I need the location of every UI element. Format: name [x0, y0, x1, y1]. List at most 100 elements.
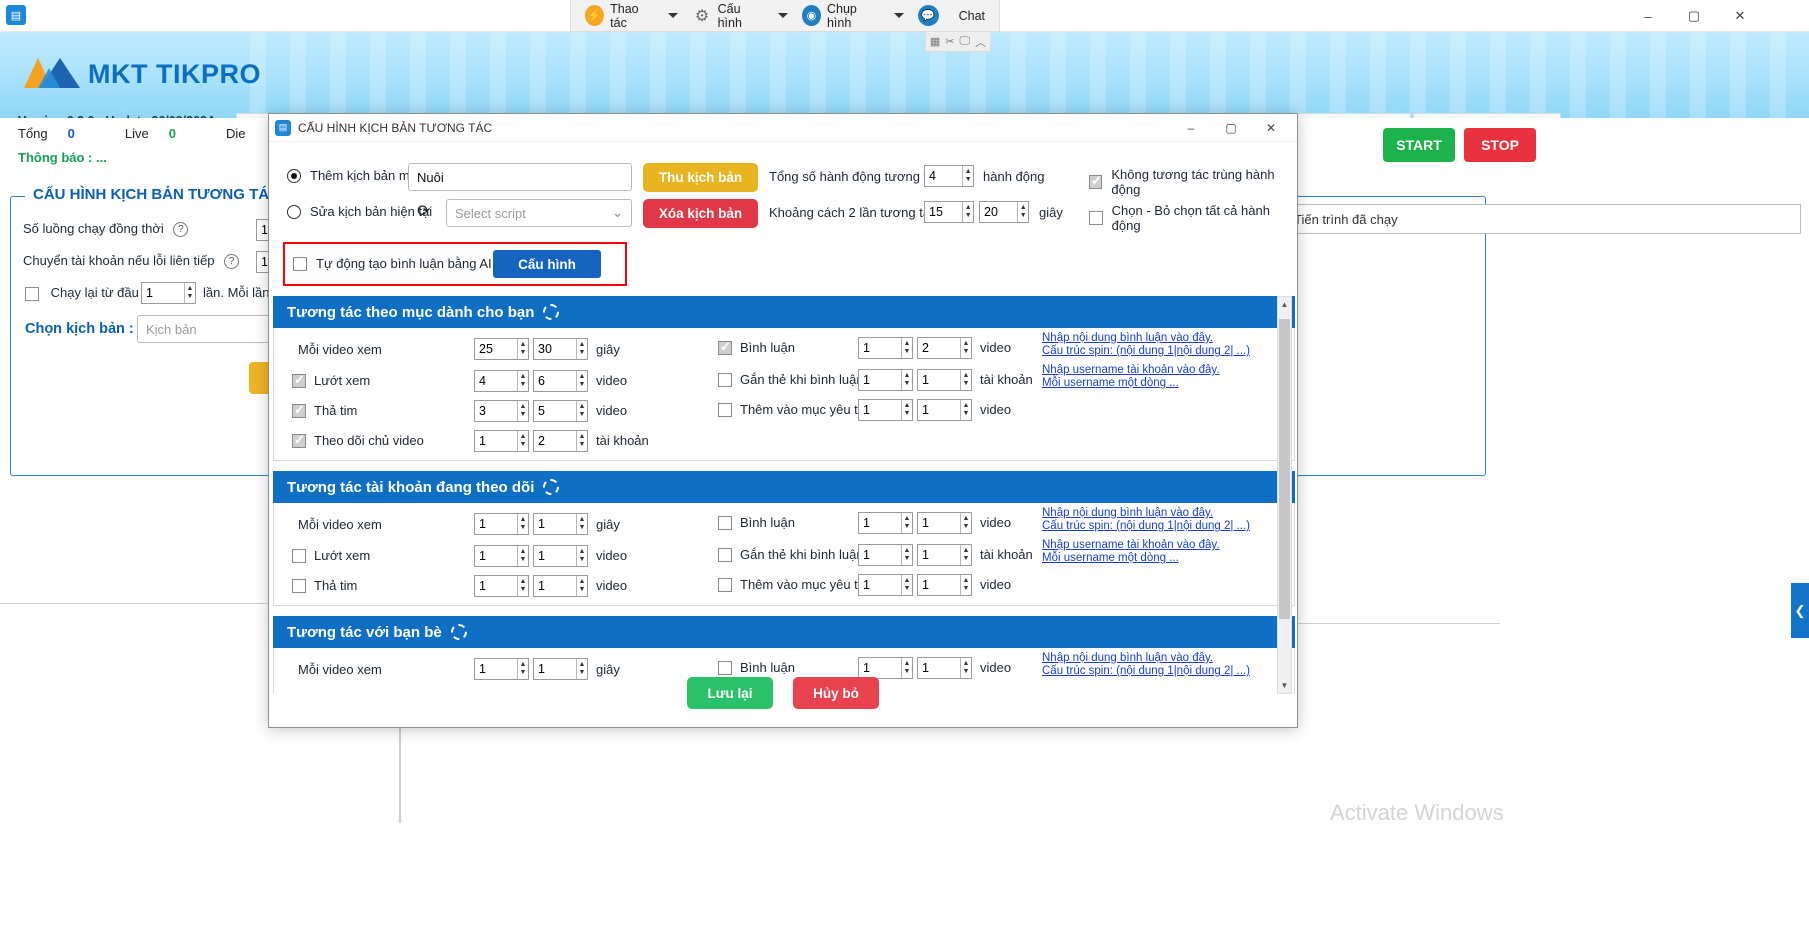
s2-r0-checkbox[interactable]	[718, 515, 732, 530]
s1-r0-checkbox[interactable]	[718, 339, 732, 355]
s1-l2-max-field[interactable]	[534, 401, 577, 421]
s1-l0-min-stepper[interactable]: ▲ ▼	[517, 339, 528, 359]
s2-r0-max[interactable]: ▲▼	[917, 512, 972, 534]
s1-l2-max[interactable]: ▲▼	[533, 400, 588, 422]
interval-max-input[interactable]: ▲▼	[979, 201, 1029, 223]
s1-r0-max-stepper[interactable]: ▲ ▼	[960, 338, 971, 358]
interval-min-field[interactable]	[925, 202, 963, 222]
s2-r2-max-field[interactable]	[918, 575, 961, 595]
s2-left-row-2[interactable]: Thả tim	[292, 578, 357, 593]
s3-r0-max-stepper[interactable]: ▲ ▼	[960, 658, 971, 678]
rerun-stepper[interactable]: ▲ ▼	[184, 283, 195, 303]
s2-r2-min-stepper[interactable]: ▲ ▼	[901, 575, 912, 595]
interval-max-stepper[interactable]: ▲ ▼	[1017, 202, 1028, 222]
username-link-2[interactable]: Nhập username tài khoản vào đây.	[1042, 539, 1272, 552]
radio-edit-script-row[interactable]: Sửa kịch bản hiện tại	[287, 204, 432, 219]
username-hint-link-2[interactable]: Mỗi username một dòng ...	[1042, 552, 1272, 565]
chevron-down-icon-3[interactable]	[893, 13, 904, 18]
s2-r0-min-stepper[interactable]: ▲ ▼	[901, 513, 912, 533]
s2-l2-min[interactable]: ▲▼	[474, 575, 529, 597]
s2-l1-max[interactable]: ▲▼	[533, 545, 588, 567]
save-button[interactable]: Lưu lại	[687, 677, 773, 709]
dialog-close-button[interactable]: ✕	[1251, 114, 1291, 142]
s2-l2-max-field[interactable]	[534, 576, 577, 596]
s3-r0-max[interactable]: ▲▼	[917, 657, 972, 679]
ai-comment-row[interactable]: Tự động tạo bình luận bằng AI	[293, 256, 492, 271]
s1-l1-min[interactable]: ▲▼	[474, 370, 529, 392]
s1-l3-checkbox[interactable]	[292, 432, 306, 448]
window-close-button[interactable]: ✕	[1717, 0, 1763, 32]
s1-r2-max-field[interactable]	[918, 400, 961, 420]
s1-l1-max-stepper[interactable]: ▲ ▼	[576, 371, 587, 391]
rerun-count-input[interactable]: ▲▼	[141, 282, 196, 304]
s1-r0-max[interactable]: ▲▼	[917, 337, 972, 359]
s1-l2-min-field[interactable]	[475, 401, 518, 421]
s3-l0-max-field[interactable]	[534, 659, 577, 679]
s1-l3-max[interactable]: ▲▼	[533, 430, 588, 452]
s1-r1-max-stepper[interactable]: ▲ ▼	[960, 370, 971, 390]
help-icon-2[interactable]: ?	[224, 254, 240, 270]
chevron-down-icon-2[interactable]	[777, 13, 788, 18]
s1-r1-min-stepper[interactable]: ▲ ▼	[901, 370, 912, 390]
grid-icon[interactable]: ▦	[930, 35, 940, 48]
s3-l0-min-stepper[interactable]: ▲ ▼	[517, 659, 528, 679]
dialog-minimize-button[interactable]: –	[1171, 114, 1211, 142]
s3-l0-min-field[interactable]	[475, 659, 518, 679]
s2-l1-min-stepper[interactable]: ▲ ▼	[517, 546, 528, 566]
s2-l1-checkbox[interactable]	[292, 548, 306, 563]
s1-l0-max-stepper[interactable]: ▲ ▼	[576, 339, 587, 359]
s1-left-row-3[interactable]: Theo dõi chủ video	[292, 432, 424, 448]
s2-l2-checkbox[interactable]	[292, 578, 306, 593]
s1-l0-min-field[interactable]	[475, 339, 518, 359]
s1-l2-min[interactable]: ▲▼	[474, 400, 529, 422]
scroll-up-arrow-icon[interactable]: ▲	[1278, 297, 1291, 312]
s2-l0-max[interactable]: ▲▼	[533, 513, 588, 535]
s1-r2-checkbox[interactable]	[718, 402, 732, 417]
sections-scrollbar[interactable]: ▲ ▼	[1277, 296, 1292, 694]
comment-spin-link-2[interactable]: Cấu trúc spin: (nội dung 1|nội dung 2| .…	[1042, 520, 1272, 533]
s2-r2-checkbox[interactable]	[718, 577, 732, 592]
start-button[interactable]: START	[1383, 128, 1455, 162]
s1-l2-checkbox[interactable]	[292, 402, 306, 418]
rerun-checkbox[interactable]	[25, 286, 39, 301]
s3-r0-max-field[interactable]	[918, 658, 961, 678]
s3-l0-max-stepper[interactable]: ▲ ▼	[576, 659, 587, 679]
s2-l2-min-stepper[interactable]: ▲ ▼	[517, 576, 528, 596]
comment-content-link-2[interactable]: Nhập nội dung bình luận vào đây.	[1042, 507, 1272, 520]
s1-l1-min-stepper[interactable]: ▲ ▼	[517, 371, 528, 391]
s2-r1-max-stepper[interactable]: ▲ ▼	[960, 545, 971, 565]
s2-l0-min[interactable]: ▲▼	[474, 513, 529, 535]
total-actions-field[interactable]	[925, 166, 963, 186]
s2-l1-min[interactable]: ▲▼	[474, 545, 529, 567]
radio-new-script-row[interactable]: Thêm kịch bản mới	[287, 168, 421, 183]
s1-l2-min-stepper[interactable]: ▲ ▼	[517, 401, 528, 421]
s2-l1-min-field[interactable]	[475, 546, 518, 566]
radio-new-script[interactable]	[287, 168, 301, 183]
s2-r2-max-stepper[interactable]: ▲ ▼	[960, 575, 971, 595]
s3-r0-min[interactable]: ▲▼	[858, 657, 913, 679]
s1-r1-max[interactable]: ▲▼	[917, 369, 972, 391]
s1-r2-min-field[interactable]	[859, 400, 902, 420]
ai-comment-config-button[interactable]: Cấu hình	[493, 250, 601, 278]
s3-r0-min-field[interactable]	[859, 658, 902, 678]
s1-r0-min-stepper[interactable]: ▲ ▼	[901, 338, 912, 358]
s1-r2-max[interactable]: ▲▼	[917, 399, 972, 421]
s1-r2-min[interactable]: ▲▼	[858, 399, 913, 421]
s1-r0-min-field[interactable]	[859, 338, 902, 358]
s1-l1-min-field[interactable]	[475, 371, 518, 391]
s3-right-row-0[interactable]: Bình luận	[718, 660, 795, 675]
s2-l1-max-field[interactable]	[534, 546, 577, 566]
chevron-down-icon-1[interactable]	[668, 13, 679, 18]
comment-content-link-3[interactable]: Nhập nội dung bình luận vào đây.	[1042, 652, 1272, 665]
s2-l0-min-field[interactable]	[475, 514, 518, 534]
s2-l2-max-stepper[interactable]: ▲ ▼	[576, 576, 587, 596]
s2-r1-min-field[interactable]	[859, 545, 902, 565]
s1-left-row-1[interactable]: Lướt xem	[292, 372, 370, 388]
total-actions-stepper[interactable]: ▲ ▼	[962, 166, 973, 186]
script-name-input[interactable]: Nuôi	[408, 163, 632, 191]
s1-right-row-0[interactable]: Bình luận	[718, 339, 795, 355]
monitor-icon[interactable]: 🖵	[960, 35, 971, 48]
stop-button[interactable]: STOP	[1464, 128, 1536, 162]
collapse-icon[interactable]: ︿	[975, 34, 986, 50]
s2-r0-max-field[interactable]	[918, 513, 961, 533]
